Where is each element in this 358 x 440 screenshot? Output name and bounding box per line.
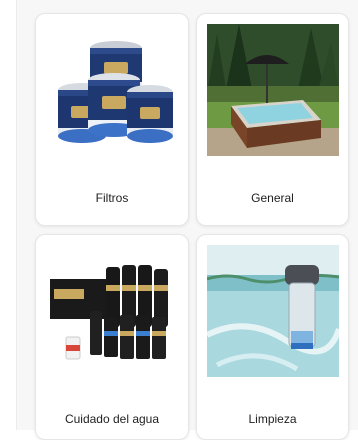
category-label: Filtros [95, 191, 129, 205]
page: Filtros General Cuidado del agua Limpiez… [0, 0, 358, 440]
filter-cartridges-image [46, 24, 178, 156]
category-label: Cuidado del agua [64, 412, 160, 426]
category-label: General [251, 191, 294, 205]
hot-tub-image [207, 24, 339, 156]
category-card-general[interactable]: General [196, 13, 349, 226]
category-card-filtros[interactable]: Filtros [35, 13, 189, 226]
category-label: Limpieza [248, 412, 297, 426]
water-care-products-image [46, 245, 178, 377]
cleaning-device-image [207, 245, 339, 377]
category-card-limpieza[interactable]: Limpieza [196, 234, 349, 440]
category-card-cuidado-del-agua[interactable]: Cuidado del agua [35, 234, 189, 440]
